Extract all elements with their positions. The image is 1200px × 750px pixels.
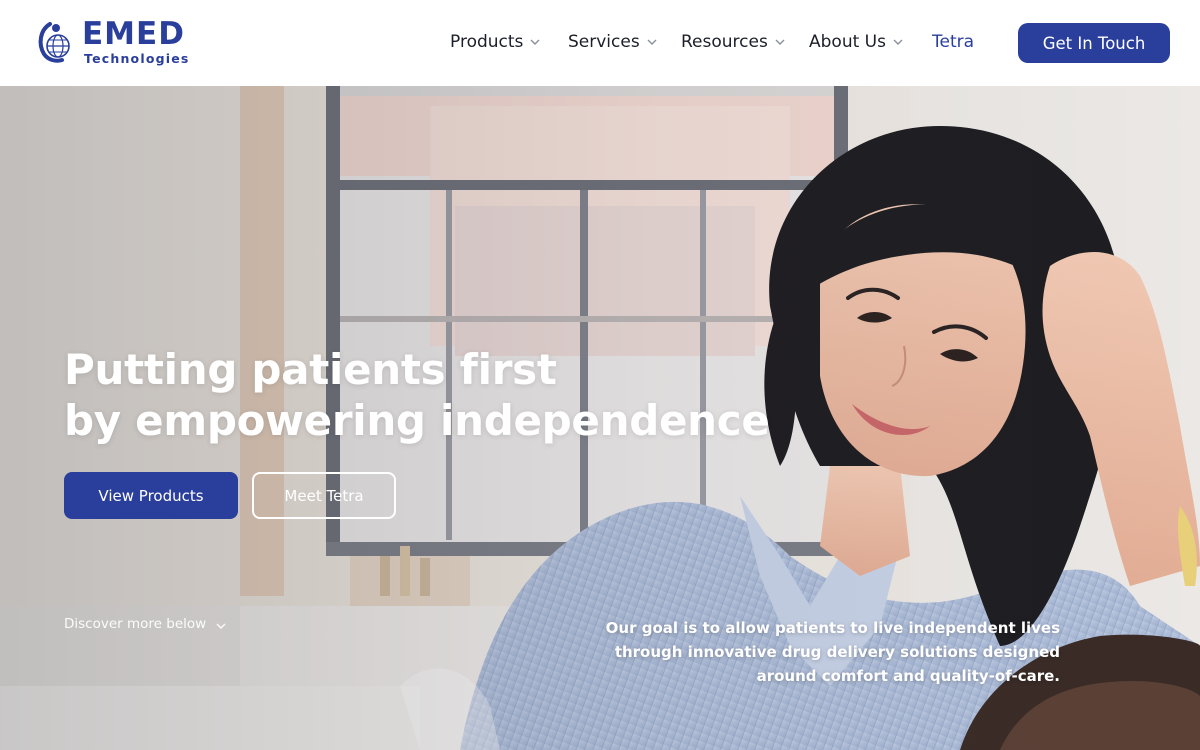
nav-item-services[interactable]: Services [568,30,657,54]
discover-more-link[interactable]: Discover more below [64,616,226,632]
hero-heading-line2: by empowering independence [64,396,770,445]
nav-item-label: Services [568,32,640,52]
hero-heading: Putting patients first by empowering ind… [64,344,770,446]
nav-item-products[interactable]: Products [450,30,540,54]
brand-logo[interactable]: EMED Technologies [36,16,196,70]
brand-tagline: Technologies [84,51,190,66]
nav-item-tetra[interactable]: Tetra [932,30,974,54]
nav-item-label: Tetra [932,32,975,52]
globe-logo-icon [38,22,70,63]
hero-heading-line1: Putting patients first [64,345,557,394]
view-products-button[interactable]: View Products [64,472,238,519]
meet-tetra-button[interactable]: Meet Tetra [252,472,396,519]
goal-statement: Our goal is to allow patients to live in… [605,619,1060,685]
hero-section: Putting patients first by empowering ind… [0,86,1200,750]
chevron-down-icon [216,623,226,629]
nav-item-resources[interactable]: Resources [681,30,785,54]
site-header: EMED Technologies Products Services Reso… [0,0,1200,86]
nav-item-about-us[interactable]: About Us [809,30,903,54]
brand-name: EMED [82,16,185,52]
chevron-down-icon [893,39,903,45]
discover-more-label: Discover more below [64,616,207,632]
chevron-down-icon [647,39,657,45]
chevron-down-icon [530,39,540,45]
nav-item-label: About Us [809,32,886,52]
chevron-down-icon [775,39,785,45]
get-in-touch-button[interactable]: Get In Touch [1018,23,1170,63]
nav-item-label: Resources [681,32,768,52]
nav-item-label: Products [450,32,524,52]
